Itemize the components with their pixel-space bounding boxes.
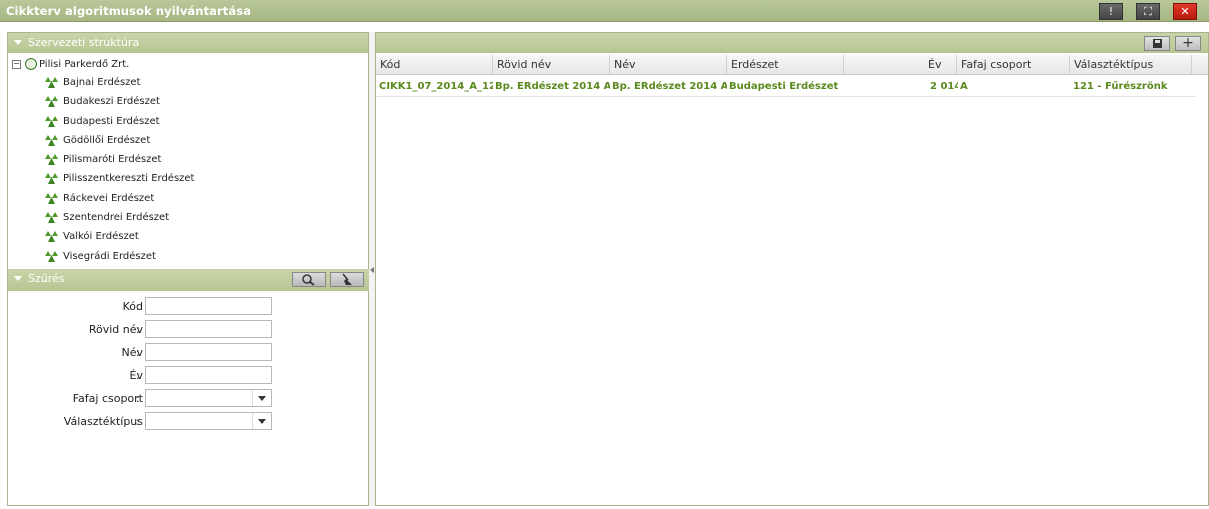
grid-header: Kód Rövid név Név Erdészet Év Fafaj csop… bbox=[376, 55, 1208, 75]
info-button[interactable]: ! bbox=[1099, 3, 1123, 20]
filter-colon: : bbox=[136, 415, 140, 428]
tree-item[interactable]: Pilisszentkereszti Erdészet bbox=[8, 169, 368, 188]
filter-row-rovid-nev: Rövid név : bbox=[8, 320, 368, 340]
broom-icon bbox=[342, 273, 352, 285]
search-button[interactable] bbox=[292, 272, 326, 287]
window-title: Cikkterv algoritmusok nyilvántartása bbox=[6, 4, 252, 18]
tree-item[interactable]: Ráckevei Erdészet bbox=[8, 189, 368, 208]
filter-row-fafaj: Fafaj csoport : bbox=[8, 389, 368, 409]
forestry-unit-icon bbox=[45, 250, 58, 262]
forestry-unit-icon bbox=[45, 173, 58, 185]
tree-item[interactable]: Budapesti Erdészet bbox=[8, 112, 368, 131]
tree-item[interactable]: Valkói Erdészet bbox=[8, 227, 368, 246]
filter-row-nev: Név : bbox=[8, 343, 368, 363]
tree-item[interactable]: Gödöllői Erdészet bbox=[8, 131, 368, 150]
collapse-icon[interactable] bbox=[14, 275, 22, 281]
tree-item[interactable]: Budakeszi Erdészet bbox=[8, 92, 368, 111]
tree-item-label: Pilisszentkereszti Erdészet bbox=[63, 173, 195, 185]
filter-label: Választéktípus bbox=[63, 415, 143, 428]
filter-label: Név bbox=[121, 346, 143, 359]
tree-item-label: Bajnai Erdészet bbox=[63, 77, 141, 88]
search-icon bbox=[302, 274, 315, 286]
filter-colon: : bbox=[136, 369, 140, 382]
chevron-down-icon[interactable] bbox=[252, 413, 271, 429]
collapse-icon[interactable] bbox=[14, 39, 22, 45]
column-header-erdeszet[interactable]: Erdészet bbox=[727, 55, 844, 74]
filter-header[interactable]: Szűrés bbox=[8, 269, 374, 291]
tree-item[interactable]: Visegrádi Erdészet bbox=[8, 247, 368, 266]
column-header-fafaj-csoport[interactable]: Fafaj csoport bbox=[957, 55, 1070, 74]
cell-rovid-nev: Bp. ERdészet 2014 A rönk bbox=[495, 81, 610, 92]
filter-label: Rövid név bbox=[88, 323, 143, 336]
filter-colon: : bbox=[136, 300, 140, 313]
column-header-valasztektipus[interactable]: Választéktípus bbox=[1070, 55, 1192, 74]
window-titlebar: Cikkterv algoritmusok nyilvántartása ! ⛶… bbox=[0, 0, 1209, 22]
cell-kod: CIKK1_07_2014_A_121 bbox=[379, 81, 493, 92]
cell-ev: 2 014 bbox=[930, 81, 958, 92]
org-structure-title: Szervezeti struktúra bbox=[28, 36, 140, 49]
filter-label: Fafaj csoport bbox=[72, 392, 143, 405]
column-header-nev[interactable]: Név bbox=[610, 55, 727, 74]
right-pane: + Kód Rövid név Név Erdészet Év Fafaj cs… bbox=[375, 32, 1209, 506]
forestry-unit-icon bbox=[45, 115, 58, 127]
chevron-down-icon[interactable] bbox=[252, 390, 271, 406]
save-button[interactable] bbox=[1144, 36, 1170, 51]
forestry-unit-icon bbox=[45, 77, 58, 88]
tree-item[interactable]: Bajnai Erdészet bbox=[8, 73, 368, 92]
add-button[interactable]: + bbox=[1175, 36, 1201, 51]
nev-input[interactable] bbox=[145, 343, 272, 361]
valasztektipus-select[interactable] bbox=[145, 412, 272, 430]
table-row[interactable]: CIKK1_07_2014_A_121 Bp. ERdészet 2014 A … bbox=[376, 77, 1196, 97]
close-button[interactable]: ✕ bbox=[1173, 3, 1197, 20]
fafaj-csoport-select[interactable] bbox=[145, 389, 272, 407]
tree-item-label: Budapesti Erdészet bbox=[63, 115, 160, 127]
filter-row-ev: Év : bbox=[8, 366, 368, 386]
filter-colon: : bbox=[136, 346, 140, 359]
cell-valasztektipus: 121 - Fűrészrönk bbox=[1073, 81, 1168, 92]
tree-root-node[interactable]: − Pilisi Parkerdő Zrt. bbox=[8, 56, 368, 73]
ev-input[interactable] bbox=[145, 366, 272, 384]
forestry-unit-icon bbox=[45, 192, 58, 204]
forestry-unit-icon bbox=[45, 134, 58, 146]
forestry-unit-icon bbox=[45, 231, 58, 243]
column-header-kod[interactable]: Kód bbox=[376, 55, 493, 74]
clear-filter-button[interactable] bbox=[330, 272, 364, 287]
left-pane: Szervezeti struktúra − Pilisi Parkerdő Z… bbox=[7, 32, 374, 506]
tree-root-label: Pilisi Parkerdő Zrt. bbox=[39, 59, 130, 70]
tree-item-label: Pilismaróti Erdészet bbox=[63, 154, 162, 166]
filter-row-valasztek: Választéktípus : bbox=[8, 412, 368, 432]
filter-title: Szűrés bbox=[28, 272, 65, 285]
tree-item-label: Gödöllői Erdészet bbox=[63, 134, 151, 146]
filter-colon: : bbox=[136, 323, 140, 336]
tree-item[interactable]: Pilismaróti Erdészet bbox=[8, 150, 368, 169]
tree-item-label: Valkói Erdészet bbox=[63, 231, 139, 243]
filter-row-kod: Kód : bbox=[8, 297, 368, 317]
filter-label: Kód bbox=[122, 300, 143, 313]
forestry-unit-icon bbox=[45, 96, 58, 108]
cell-erdeszet: Budapesti Erdészet bbox=[729, 81, 839, 92]
column-header-ev[interactable]: Év bbox=[924, 55, 957, 74]
save-icon bbox=[1153, 39, 1162, 48]
tree-item-label: Ráckevei Erdészet bbox=[63, 192, 155, 204]
maximize-button[interactable]: ⛶ bbox=[1136, 3, 1160, 20]
collapse-node-icon[interactable]: − bbox=[12, 60, 21, 69]
org-structure-header[interactable]: Szervezeti struktúra bbox=[8, 33, 368, 53]
tree-item-label: Visegrádi Erdészet bbox=[63, 250, 156, 262]
cell-fafaj-csoport: A bbox=[960, 81, 968, 92]
company-logo-icon bbox=[25, 58, 37, 70]
tree-item-label: Szentendrei Erdészet bbox=[63, 212, 170, 224]
collapse-left-icon[interactable] bbox=[370, 267, 374, 273]
rovid-nev-input[interactable] bbox=[145, 320, 272, 338]
tree-item-label: Budakeszi Erdészet bbox=[63, 96, 160, 108]
forestry-unit-icon bbox=[45, 212, 58, 224]
grid-toolbar: + bbox=[376, 33, 1208, 53]
column-header-rovid-nev[interactable]: Rövid név bbox=[493, 55, 610, 74]
forestry-unit-icon bbox=[45, 154, 58, 166]
org-tree: − Pilisi Parkerdő Zrt. Bajnai Erdészet Bu… bbox=[8, 53, 368, 266]
filter-colon: : bbox=[136, 392, 140, 405]
kod-input[interactable] bbox=[145, 297, 272, 315]
cell-nev: Bp. ERdészet 2014 A rönk bbox=[612, 81, 727, 92]
tree-item[interactable]: Szentendrei Erdészet bbox=[8, 208, 368, 227]
